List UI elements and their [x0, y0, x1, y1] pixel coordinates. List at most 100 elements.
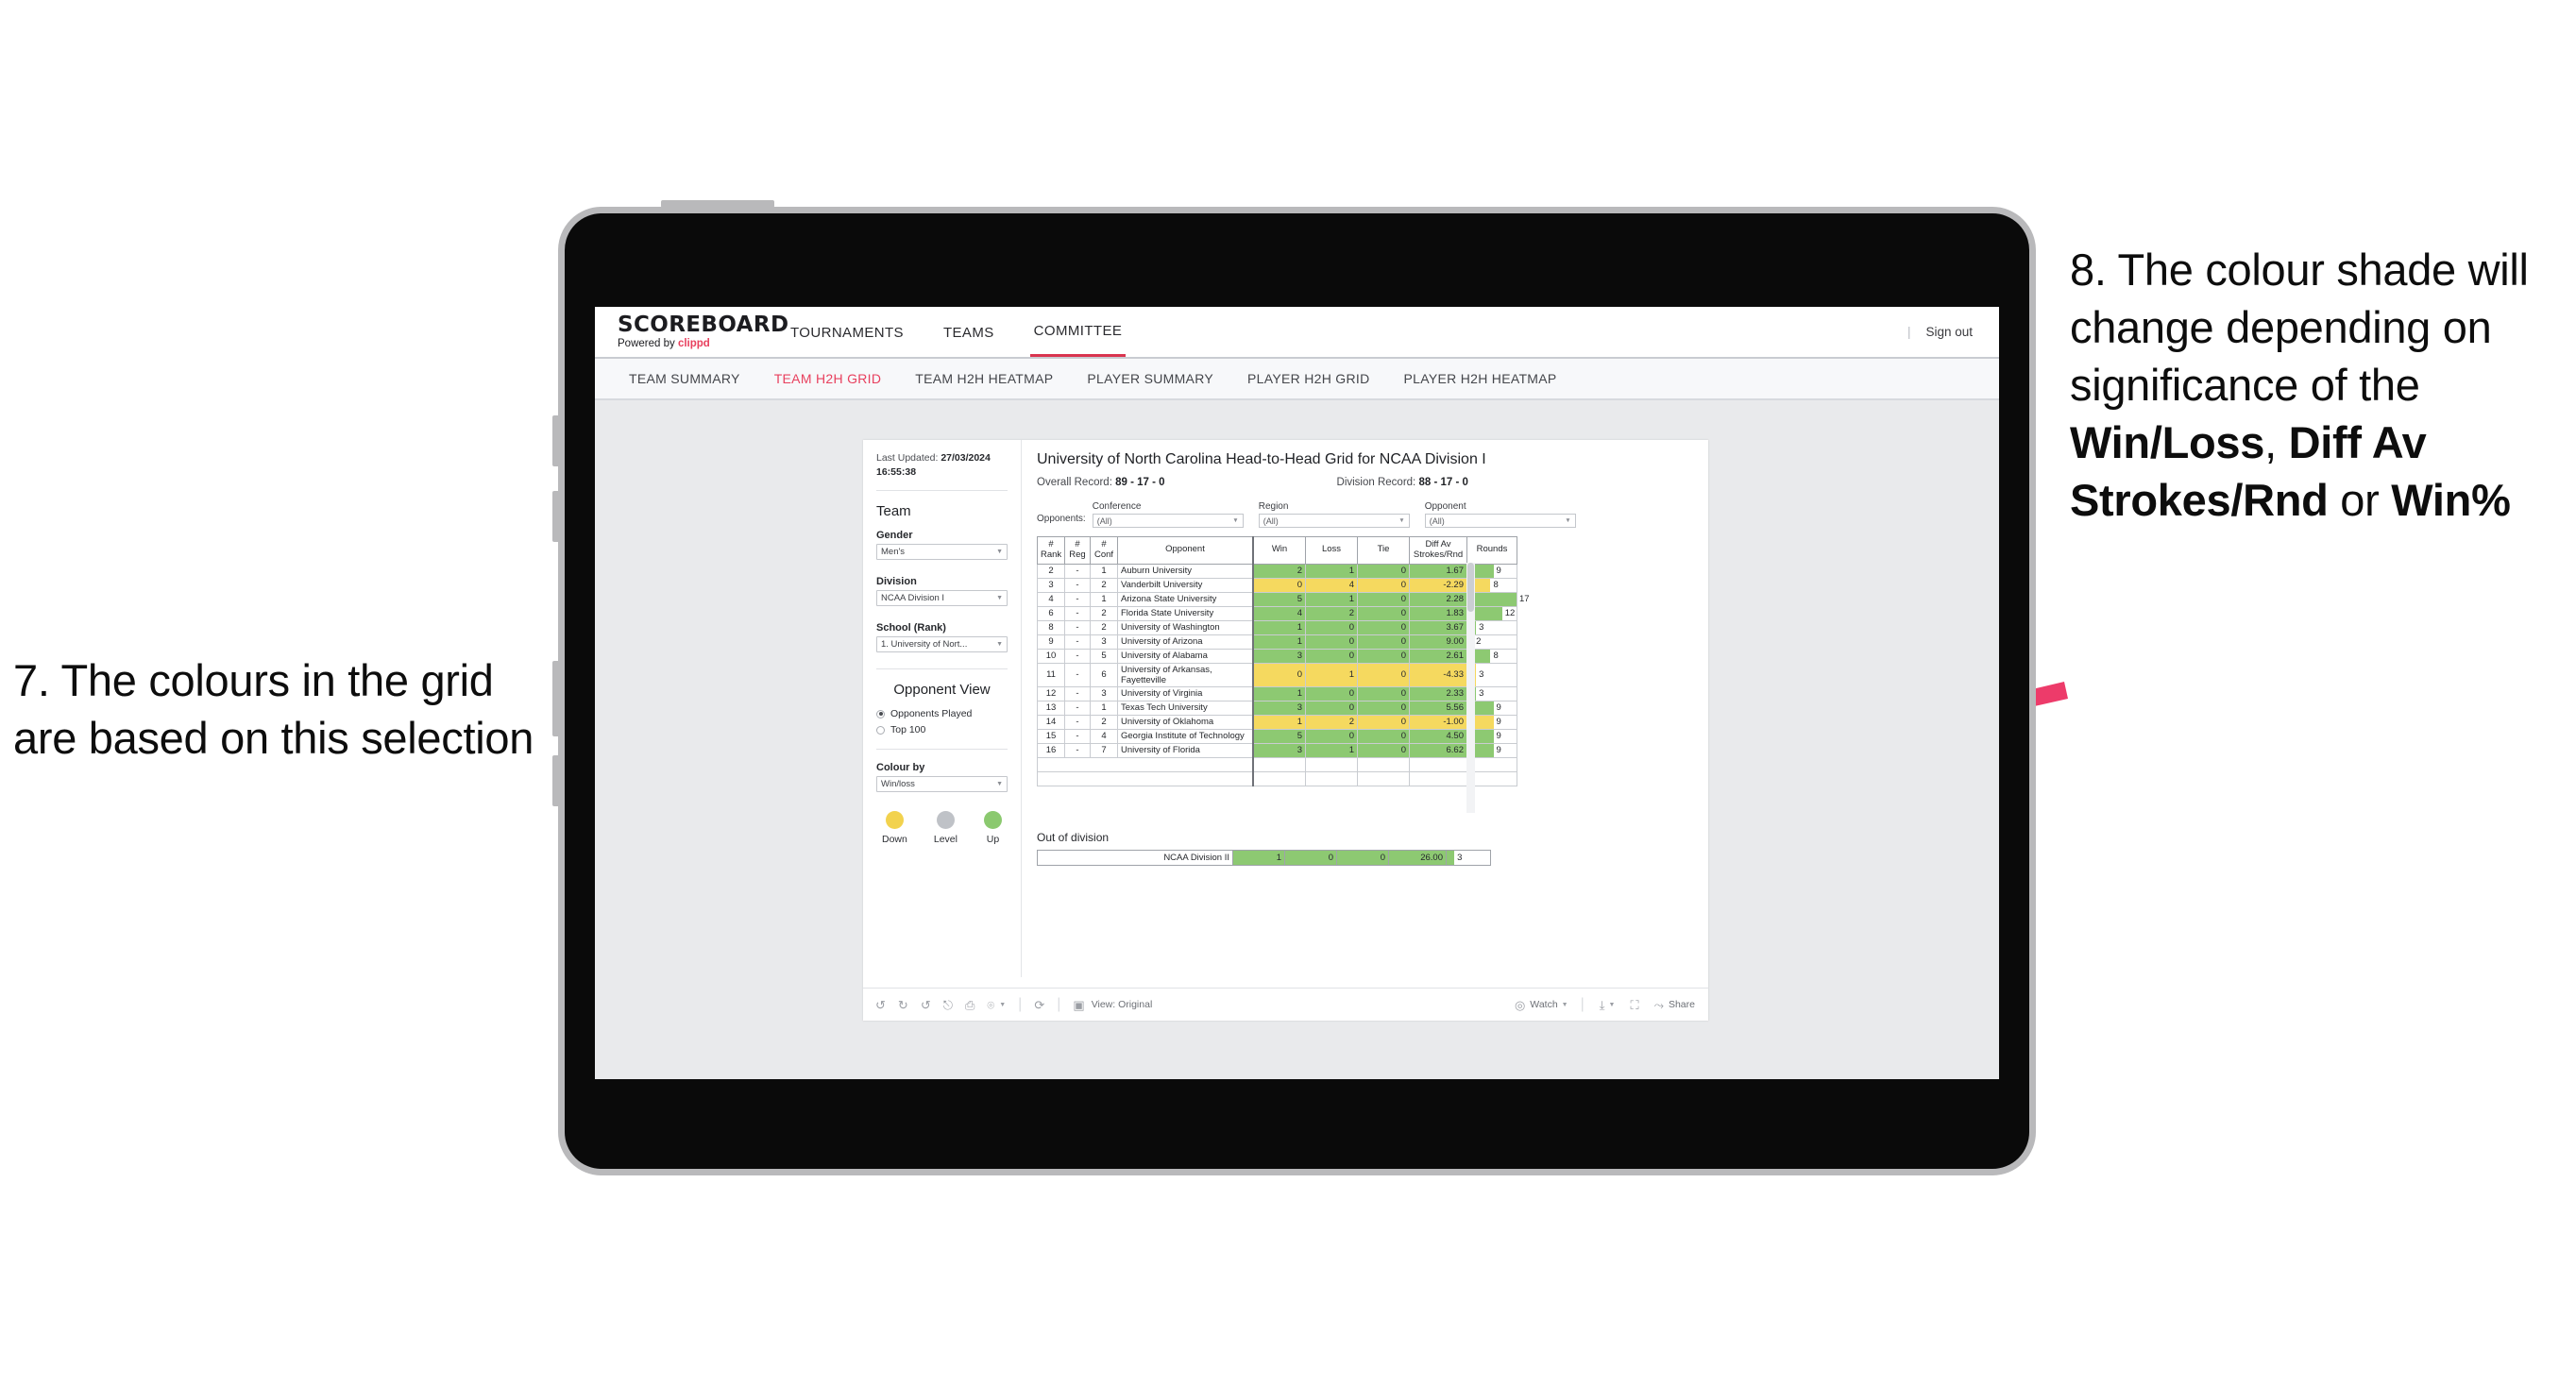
cell-loss: 2: [1305, 605, 1358, 621]
out-of-division-row[interactable]: NCAA Division II 1 0 0 26.00 3: [1037, 850, 1491, 866]
tablet-power-button[interactable]: [661, 200, 774, 208]
table-scrollbar-thumb[interactable]: [1467, 563, 1474, 612]
table-scrollbar-track[interactable]: [1466, 563, 1475, 813]
tab-player-summary[interactable]: PLAYER SUMMARY: [1087, 371, 1213, 386]
col-diff-av-strokes[interactable]: Diff Av Strokes/Rnd: [1409, 536, 1467, 565]
table-row[interactable]: 12-3 University of Virginia 1 0 0 2.33 3: [1037, 685, 1517, 701]
tab-team-h2h-heatmap[interactable]: TEAM H2H HEATMAP: [915, 371, 1053, 386]
nav-item-committee[interactable]: COMMITTEE: [1029, 307, 1127, 357]
cell-reg: -: [1064, 742, 1091, 758]
table-row[interactable]: 10-5 University of Alabama 3 0 0 2.61 8: [1037, 648, 1517, 664]
col-win[interactable]: Win: [1252, 536, 1306, 565]
tablet-side-button-1[interactable]: [552, 415, 560, 466]
ood-cell-rounds: 3: [1446, 850, 1491, 866]
cell-tie: 0: [1357, 728, 1410, 744]
school-select[interactable]: 1. University of Nort... ▼: [876, 636, 1008, 653]
tablet-volume-button[interactable]: [552, 661, 560, 736]
watch-label[interactable]: Watch: [1530, 999, 1557, 1010]
table-row[interactable]: 14-2 University of Oklahoma 1 2 0 -1.00 9: [1037, 714, 1517, 730]
cell-reg: -: [1064, 714, 1091, 730]
out-of-division-table: NCAA Division II 1 0 0 26.00 3: [1037, 850, 1491, 866]
cell-conf: 5: [1090, 648, 1118, 664]
highlight-icon[interactable]: ⌾: [987, 999, 994, 1011]
table-row[interactable]: 13-1 Texas Tech University 3 0 0 5.56 9: [1037, 700, 1517, 716]
cell-conf: 2: [1090, 714, 1118, 730]
table-row[interactable]: 6-2 Florida State University 4 2 0 1.83 12: [1037, 605, 1517, 621]
col-rank[interactable]: # Rank: [1037, 536, 1065, 565]
cell-rank: 4: [1037, 591, 1065, 607]
col-opponent[interactable]: Opponent: [1117, 536, 1254, 565]
tablet-side-button-3[interactable]: [552, 755, 560, 806]
table-row[interactable]: 2-1 Auburn University 2 1 0 1.67 9: [1037, 563, 1517, 579]
chevron-down-icon[interactable]: ▼: [1562, 1002, 1568, 1008]
refresh-icon[interactable]: ⎋: [943, 999, 953, 1011]
chevron-down-icon[interactable]: ▼: [999, 1002, 1006, 1008]
h2h-grid-body: 2-1 Auburn University 2 1 0 1.67 9 3-2 Vanderbil…: [1037, 563, 1530, 786]
chevron-down-icon[interactable]: ▼: [1609, 1002, 1616, 1008]
fullscreen-icon[interactable]: ⛶: [1630, 999, 1638, 1011]
filter-region-select[interactable]: (All) ▼: [1258, 514, 1410, 528]
col-tie[interactable]: Tie: [1357, 536, 1410, 565]
cell-conf: 3: [1090, 634, 1118, 650]
chevron-down-icon: ▼: [1398, 517, 1405, 524]
col-conf[interactable]: # Conf: [1090, 536, 1118, 565]
view-icon[interactable]: ▣: [1073, 999, 1084, 1011]
cell-tie: 0: [1357, 634, 1410, 650]
tablet-side-button-2[interactable]: [552, 491, 560, 542]
radio-opponents-played[interactable]: Opponents Played: [876, 708, 1008, 719]
cell-tie: 0: [1357, 648, 1410, 664]
cell-opponent: Florida State University: [1117, 605, 1254, 621]
legend-item-up: Up: [984, 811, 1002, 845]
chevron-down-icon: ▼: [996, 781, 1003, 788]
division-value: NCAA Division I: [881, 593, 945, 604]
share-label[interactable]: Share: [1669, 999, 1695, 1010]
col-rounds[interactable]: Rounds: [1466, 536, 1517, 565]
cell-conf: 1: [1090, 591, 1118, 607]
download-icon[interactable]: ⤓: [1600, 999, 1605, 1011]
table-row[interactable]: 8-2 University of Washington 1 0 0 3.67 3: [1037, 619, 1517, 635]
reset-icon[interactable]: ⟳: [1034, 999, 1044, 1011]
cell-loss: 0: [1305, 648, 1358, 664]
filter-conference-select[interactable]: (All) ▼: [1092, 514, 1244, 528]
pause-icon[interactable]: ⎙: [965, 999, 974, 1011]
redo-icon[interactable]: ↻: [898, 999, 908, 1011]
brand-logo[interactable]: SCOREBOARD Powered by clippd: [618, 313, 788, 350]
table-row[interactable]: 4-1 Arizona State University 5 1 0 2.28 17: [1037, 591, 1530, 607]
table-row[interactable]: 3-2 Vanderbilt University 0 4 0 -2.29 8: [1037, 577, 1517, 593]
revert-icon[interactable]: ↺: [921, 999, 931, 1011]
rounds-value: 8: [1493, 651, 1499, 662]
last-updated: Last Updated: 27/03/2024 16:55:38: [876, 451, 1008, 480]
watch-icon[interactable]: ◎: [1515, 999, 1525, 1011]
undo-icon[interactable]: ↺: [875, 999, 886, 1011]
table-row[interactable]: 9-3 University of Arizona 1 0 0 9.00 2: [1037, 634, 1517, 650]
rounds-value: 3: [1479, 688, 1484, 700]
tab-team-summary[interactable]: TEAM SUMMARY: [629, 371, 740, 386]
division-select[interactable]: NCAA Division I ▼: [876, 590, 1008, 607]
view-label[interactable]: View: Original: [1092, 999, 1153, 1010]
col-reg[interactable]: # Reg: [1064, 536, 1091, 565]
cell-opponent: Texas Tech University: [1117, 700, 1254, 716]
chevron-down-icon: ▼: [996, 595, 1003, 602]
tab-player-h2h-heatmap[interactable]: PLAYER H2H HEATMAP: [1404, 371, 1557, 386]
share-icon[interactable]: ⤳: [1654, 999, 1664, 1011]
sign-out-link[interactable]: | Sign out: [1907, 325, 1973, 339]
filter-opponent-select[interactable]: (All) ▼: [1424, 514, 1576, 528]
table-row[interactable]: 15-4 Georgia Institute of Technology 5 0 0 4.…: [1037, 728, 1517, 744]
radio-top-100[interactable]: Top 100: [876, 724, 1008, 735]
table-row[interactable]: 11-6 University of Arkansas, Fayetteville…: [1037, 662, 1517, 687]
cell-tie: 0: [1357, 742, 1410, 758]
col-reg-l2: Reg: [1069, 549, 1086, 560]
colour-by-select[interactable]: Win/loss ▼: [876, 776, 1008, 793]
col-loss[interactable]: Loss: [1305, 536, 1358, 565]
nav-item-teams[interactable]: TEAMS: [940, 309, 998, 356]
rounds-value: 8: [1493, 580, 1499, 591]
cell-rank: 9: [1037, 634, 1065, 650]
tab-team-h2h-grid[interactable]: TEAM H2H GRID: [774, 371, 882, 386]
nav-item-tournaments[interactable]: TOURNAMENTS: [787, 309, 907, 356]
cell-opponent: University of Arkansas, Fayetteville: [1117, 662, 1254, 687]
filter-conference: Conference (All) ▼: [1092, 501, 1244, 528]
table-row[interactable]: 16-7 University of Florida 3 1 0 6.62 9: [1037, 742, 1517, 758]
col-rank-l1: #: [1048, 539, 1054, 549]
gender-select[interactable]: Men's ▼: [876, 544, 1008, 561]
tab-player-h2h-grid[interactable]: PLAYER H2H GRID: [1247, 371, 1370, 386]
